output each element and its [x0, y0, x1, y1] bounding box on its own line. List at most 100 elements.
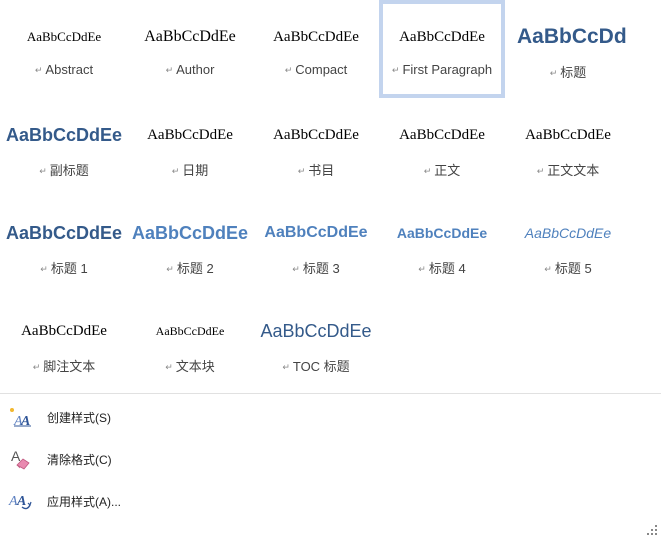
- style-tile[interactable]: AaBbCcDdEe ↵ Abstract: [1, 0, 127, 98]
- style-name-row: ↵ 标题 2: [127, 258, 253, 277]
- style-preview: AaBbCcDdEe: [399, 29, 485, 45]
- style-name: 副标题: [49, 163, 89, 178]
- style-name-row: ↵ 副标题: [1, 160, 127, 179]
- style-name-row: ↵ First Paragraph: [383, 62, 501, 77]
- paragraph-mark-icon: ↵: [34, 65, 43, 75]
- style-tile[interactable]: AaBbCcDdEe ↵ 标题 1: [1, 196, 127, 294]
- style-preview: AaBbCcDdEe: [144, 28, 236, 45]
- style-name: 正文文本: [547, 163, 600, 178]
- divider: [0, 393, 661, 394]
- style-name-row: ↵ 日期: [127, 160, 253, 179]
- style-preview: AaBbCcDdEe: [260, 321, 372, 341]
- paragraph-mark-icon: ↵: [165, 65, 174, 75]
- paragraph-mark-icon: ↵: [549, 68, 558, 78]
- style-tile[interactable]: AaBbCcDd ↵ 标题: [505, 0, 631, 98]
- style-tile[interactable]: AaBbCcDdEe ↵ 正文文本: [505, 98, 631, 196]
- paragraph-mark-icon: ↵: [40, 264, 48, 274]
- style-name-row: ↵ 正文: [379, 160, 505, 179]
- style-preview: AaBbCcDdEe: [273, 29, 359, 45]
- apply-styles-command[interactable]: A A 应用样式(A)...: [0, 480, 661, 520]
- style-preview: AaBbCcDdEe: [26, 29, 102, 44]
- paragraph-mark-icon: ↵: [536, 166, 545, 176]
- style-name: 标题 1: [50, 261, 88, 276]
- style-name-row: ↵ 书目: [253, 160, 379, 179]
- paragraph-mark-icon: ↵: [418, 264, 426, 274]
- paragraph-mark-icon: ↵: [282, 362, 290, 372]
- paragraph-mark-icon: ↵: [423, 166, 432, 176]
- style-name: TOC 标题: [292, 359, 350, 374]
- style-preview: AaBbCcDdEe: [5, 223, 123, 243]
- style-tile[interactable]: AaBbCcDdEe ↵ 标题 2: [127, 196, 253, 294]
- paragraph-mark-icon: ↵: [39, 166, 47, 176]
- style-name-row: ↵ Author: [127, 62, 253, 77]
- svg-text:A: A: [16, 494, 26, 509]
- style-preview: AaBbCcDdEe: [131, 223, 249, 243]
- style-gallery: AaBbCcDdEe ↵ Abstract AaBbCcDdEe ↵ Author AaBb…: [0, 0, 661, 392]
- paragraph-mark-icon: ↵: [171, 166, 180, 176]
- paragraph-mark-icon: ↵: [544, 264, 552, 274]
- create-style-label: 创建样式(S): [47, 411, 111, 425]
- paragraph-mark-icon: ↵: [284, 65, 293, 75]
- style-tile[interactable]: AaBbCcDdEe ↵ 标题 3: [253, 196, 379, 294]
- create-style-icon: A A: [10, 408, 31, 428]
- style-name-row: ↵ 标题 3: [253, 258, 379, 277]
- resize-grip-icon[interactable]: [647, 525, 657, 535]
- style-tile[interactable]: AaBbCcDdEe ↵ 标题 5: [505, 196, 631, 294]
- style-name: Compact: [295, 62, 348, 77]
- style-name: 日期: [182, 163, 209, 178]
- style-name-row: ↵ 脚注文本: [1, 356, 127, 375]
- style-preview: AaBbCcDdEe: [396, 225, 488, 241]
- style-name: 正文: [434, 163, 461, 178]
- style-tile[interactable]: AaBbCcDdEe ↵ TOC 标题: [253, 294, 379, 392]
- style-name-row: ↵ Abstract: [1, 62, 127, 77]
- style-preview: AaBbCcDdEe: [155, 324, 225, 338]
- style-tile[interactable]: AaBbCcDdEe ↵ 书目: [253, 98, 379, 196]
- style-preview: AaBbCcDdEe: [264, 224, 368, 241]
- style-name: Abstract: [45, 62, 94, 77]
- style-name: 文本块: [175, 359, 215, 374]
- apply-styles-icon: A A: [8, 494, 32, 510]
- style-tile[interactable]: AaBbCcDdEe ↵ 脚注文本: [1, 294, 127, 392]
- style-name-row: ↵ 正文文本: [505, 160, 631, 179]
- style-name-row: ↵ 标题 5: [505, 258, 631, 277]
- paragraph-mark-icon: ↵: [297, 166, 306, 176]
- style-tile[interactable]: AaBbCcDdEe ↵ 标题 4: [379, 196, 505, 294]
- style-preview: AaBbCcDdEe: [524, 225, 612, 241]
- style-name-row: ↵ 标题 4: [379, 258, 505, 277]
- paragraph-mark-icon: ↵: [292, 264, 300, 274]
- style-preview: AaBbCcDdEe: [5, 125, 123, 145]
- style-preview: AaBbCcDdEe: [525, 127, 611, 143]
- eraser-icon: A: [11, 448, 30, 470]
- create-style-command[interactable]: A A 创建样式(S): [0, 396, 661, 436]
- style-name-row: ↵ 标题 1: [1, 258, 127, 277]
- style-preview: AaBbCcDdEe: [21, 323, 107, 339]
- style-preview: AaBbCcDdEe: [399, 127, 485, 143]
- style-preview: AaBbCcDdEe: [147, 127, 233, 143]
- style-tile[interactable]: AaBbCcDdEe ↵ 正文: [379, 98, 505, 196]
- style-name-row: ↵ TOC 标题: [253, 356, 379, 375]
- paragraph-mark-icon: ↵: [32, 362, 41, 372]
- style-preview: AaBbCcDd: [517, 25, 627, 48]
- style-name-row: ↵ 标题: [505, 62, 631, 81]
- style-name-row: ↵ Compact: [253, 62, 379, 77]
- style-tile[interactable]: AaBbCcDdEe ↵ Compact: [253, 0, 379, 98]
- svg-text:A: A: [11, 448, 21, 464]
- paragraph-mark-icon: ↵: [391, 65, 400, 75]
- style-name: 脚注文本: [43, 359, 96, 374]
- apply-styles-label: 应用样式(A)...: [47, 495, 121, 509]
- style-tile[interactable]: AaBbCcDdEe ↵ First Paragraph: [379, 0, 505, 98]
- style-name-row: ↵ 文本块: [127, 356, 253, 375]
- style-tile[interactable]: AaBbCcDdEe ↵ Author: [127, 0, 253, 98]
- clear-formatting-command[interactable]: A 清除格式(C): [0, 438, 661, 478]
- style-name: 标题 2: [176, 261, 214, 276]
- style-preview: AaBbCcDdEe: [273, 127, 359, 143]
- paragraph-mark-icon: ↵: [165, 362, 173, 372]
- style-tile[interactable]: AaBbCcDdEe ↵ 副标题: [1, 98, 127, 196]
- style-name: 书目: [308, 163, 335, 178]
- style-tile[interactable]: AaBbCcDdEe ↵ 文本块: [127, 294, 253, 392]
- style-name: 标题 4: [428, 261, 466, 276]
- style-tile[interactable]: AaBbCcDdEe ↵ 日期: [127, 98, 253, 196]
- style-name: First Paragraph: [402, 62, 493, 77]
- style-name: Author: [176, 62, 215, 77]
- style-name: 标题 3: [302, 261, 340, 276]
